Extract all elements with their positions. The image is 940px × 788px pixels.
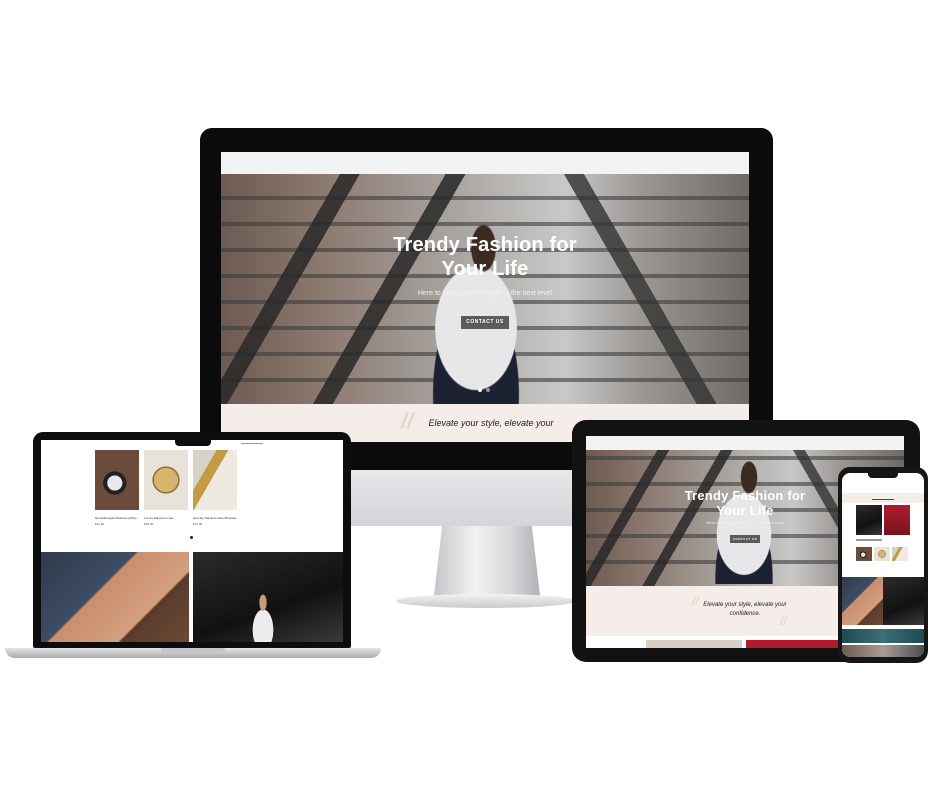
slider-dot[interactable] <box>478 388 482 392</box>
product-image-3[interactable] <box>193 450 237 510</box>
tablet-bottom-image-left <box>646 640 742 648</box>
product-price-1: $12.00 <box>95 522 105 526</box>
lifestyle-image-arm <box>41 552 189 642</box>
product-price-3: $12.00 <box>193 522 203 526</box>
phone-notch <box>868 473 898 478</box>
tablet-bottom-image-right <box>746 640 842 648</box>
imac-hero-image <box>221 174 749 404</box>
laptop-screen: Hematite Agate Balancing Brac... $12.00 … <box>41 440 343 642</box>
slider-dot[interactable] <box>486 388 490 392</box>
laptop-camera-notch <box>175 440 211 446</box>
carousel-dot[interactable] <box>190 536 193 539</box>
phone-accent-line <box>872 499 894 500</box>
phone-product-1[interactable] <box>856 547 872 561</box>
quote-mark-close-icon: // <box>780 614 787 628</box>
phone-model-image-1[interactable] <box>856 505 882 535</box>
phone-text-line <box>856 539 882 541</box>
phone-model-image-2[interactable] <box>884 505 910 535</box>
laptop-accent-line <box>241 443 263 444</box>
imac-hero-subtitle: Here to bring your life style to the nex… <box>417 290 553 297</box>
phone-strip-teal <box>842 629 924 643</box>
phone-product-2[interactable] <box>874 547 890 561</box>
imac-hero-title-line2: Your Life <box>441 258 529 280</box>
laptop-device: Hematite Agate Balancing Brac... $12.00 … <box>5 432 381 664</box>
tablet-contact-button[interactable]: CONTACT US <box>730 535 760 543</box>
phone-screen <box>842 473 924 657</box>
gym-person-shape <box>245 594 281 642</box>
phone-lifestyle-image-1 <box>842 577 883 625</box>
lifestyle-image-gym <box>193 552 343 642</box>
phone-strip-bottom <box>842 645 924 657</box>
phone-device <box>838 467 928 663</box>
tablet-nav-bar <box>586 436 904 450</box>
imac-contact-button[interactable]: CONTACT US <box>461 316 509 329</box>
product-price-2: $45.00 <box>144 522 154 526</box>
product-name-1[interactable]: Hematite Agate Balancing Brac... <box>95 516 141 520</box>
laptop-trackpad-notch <box>161 648 225 652</box>
imac-nav-bar <box>221 152 749 174</box>
product-name-3[interactable]: Hip Hop Stainless Steel Bracelet <box>193 516 239 520</box>
phone-lifestyle-image-2 <box>883 577 924 625</box>
imac-quote-text: Elevate your style, elevate your <box>428 418 554 428</box>
imac-screen: Trendy Fashion for Your Life Here to bri… <box>221 152 749 442</box>
phone-header-strip <box>842 493 924 503</box>
imac-stand-base <box>396 594 576 608</box>
imac-hero-title-line1: Trendy Fashion for <box>393 234 577 256</box>
imac-slider-dots[interactable] <box>478 388 492 392</box>
imac-stand <box>433 526 541 596</box>
product-image-1[interactable] <box>95 450 139 510</box>
phone-product-3[interactable] <box>892 547 908 561</box>
product-name-2[interactable]: Luxury Diamond Crea... <box>144 516 190 520</box>
product-image-2[interactable] <box>144 450 188 510</box>
